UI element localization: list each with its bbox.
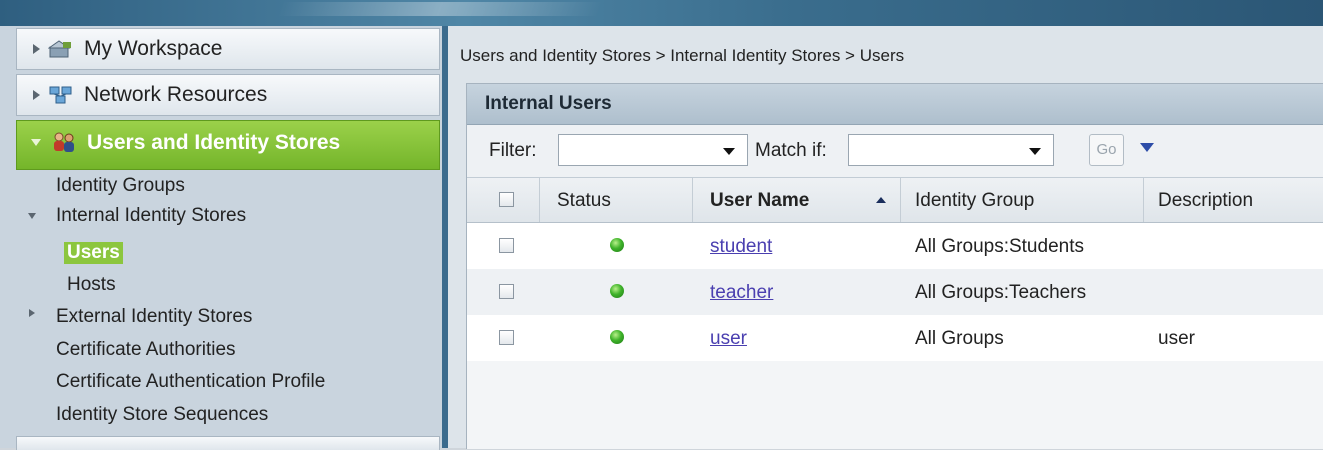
column-divider: [1143, 178, 1144, 222]
drawer-network-resources[interactable]: Network Resources: [16, 74, 440, 116]
workspace-icon: [47, 38, 74, 60]
chevron-right-icon: [33, 90, 40, 100]
nav-certificate-authentication-profile[interactable]: Certificate Authentication Profile: [56, 371, 325, 393]
table-row[interactable]: student All Groups:Students: [467, 223, 1323, 269]
nav-certificate-authorities[interactable]: Certificate Authorities: [56, 339, 236, 361]
column-header-status[interactable]: Status: [557, 190, 611, 212]
nav-internal-identity-stores[interactable]: Internal Identity Stores: [56, 205, 246, 227]
description-cell: user: [1158, 328, 1195, 349]
column-divider: [539, 178, 540, 222]
breadcrumb: Users and Identity Stores > Internal Ide…: [460, 46, 905, 65]
drawer-label: Network Resources: [84, 83, 268, 106]
chevron-right-icon[interactable]: [29, 309, 35, 317]
filter-bar: Filter: Match if: Go: [467, 125, 1323, 178]
column-header-user-name[interactable]: User Name: [710, 190, 809, 212]
nav-users[interactable]: Users: [64, 242, 123, 264]
chevron-down-icon: [1029, 148, 1041, 155]
chevron-down-icon: [31, 139, 41, 146]
drawer-label: My Workspace: [84, 37, 223, 60]
internal-users-panel: Internal Users Filter: Match if: Go Stat…: [466, 83, 1323, 449]
chevron-right-icon: [33, 44, 40, 54]
chevron-down-icon: [723, 148, 735, 155]
app-header-strip: [0, 0, 1323, 26]
column-header-identity-group[interactable]: Identity Group: [915, 190, 1034, 212]
match-if-select[interactable]: [848, 134, 1054, 166]
nav-identity-groups[interactable]: Identity Groups: [56, 175, 185, 197]
column-divider: [692, 178, 693, 222]
column-divider: [900, 178, 901, 222]
filter-label: Filter:: [489, 140, 537, 161]
nav-identity-store-sequences[interactable]: Identity Store Sequences: [56, 404, 268, 426]
network-icon: [48, 84, 74, 106]
filter-options-dropdown-icon[interactable]: [1140, 143, 1154, 152]
table-row[interactable]: teacher All Groups:Teachers: [467, 269, 1323, 315]
row-checkbox[interactable]: [499, 238, 514, 253]
user-name-link[interactable]: student: [710, 236, 772, 258]
table-header: Status User Name Identity Group Descript…: [467, 178, 1323, 223]
left-navigation: My Workspace Network Resources Users and…: [0, 26, 448, 450]
match-if-label: Match if:: [755, 140, 827, 161]
drawer-my-workspace[interactable]: My Workspace: [16, 28, 440, 70]
users-icon: [51, 131, 77, 153]
nav-hosts[interactable]: Hosts: [67, 274, 116, 296]
status-enabled-icon: [610, 238, 624, 252]
header-gloss: [277, 2, 603, 16]
drawer-label: Users and Identity Stores: [87, 131, 341, 154]
filter-select[interactable]: [558, 134, 748, 166]
user-name-link[interactable]: teacher: [710, 282, 773, 304]
identity-group-cell: All Groups: [915, 328, 1004, 349]
go-button[interactable]: Go: [1089, 134, 1124, 166]
user-name-link[interactable]: user: [710, 328, 747, 350]
select-all-checkbox[interactable]: [499, 192, 514, 207]
status-enabled-icon: [610, 284, 624, 298]
drawer-users-identity-stores[interactable]: Users and Identity Stores: [16, 120, 440, 170]
table-row[interactable]: user All Groups user: [467, 315, 1323, 361]
identity-group-cell: All Groups:Teachers: [915, 282, 1087, 303]
nav-external-identity-stores[interactable]: External Identity Stores: [56, 306, 252, 328]
row-checkbox[interactable]: [499, 330, 514, 345]
status-enabled-icon: [610, 330, 624, 344]
column-header-description[interactable]: Description: [1158, 190, 1253, 212]
chevron-down-icon[interactable]: [28, 213, 36, 219]
panel-title: Internal Users: [467, 84, 1323, 125]
row-checkbox[interactable]: [499, 284, 514, 299]
identity-group-cell: All Groups:Students: [915, 236, 1084, 257]
sort-ascending-icon: [876, 197, 886, 203]
main-content: Users and Identity Stores > Internal Ide…: [448, 26, 1323, 449]
